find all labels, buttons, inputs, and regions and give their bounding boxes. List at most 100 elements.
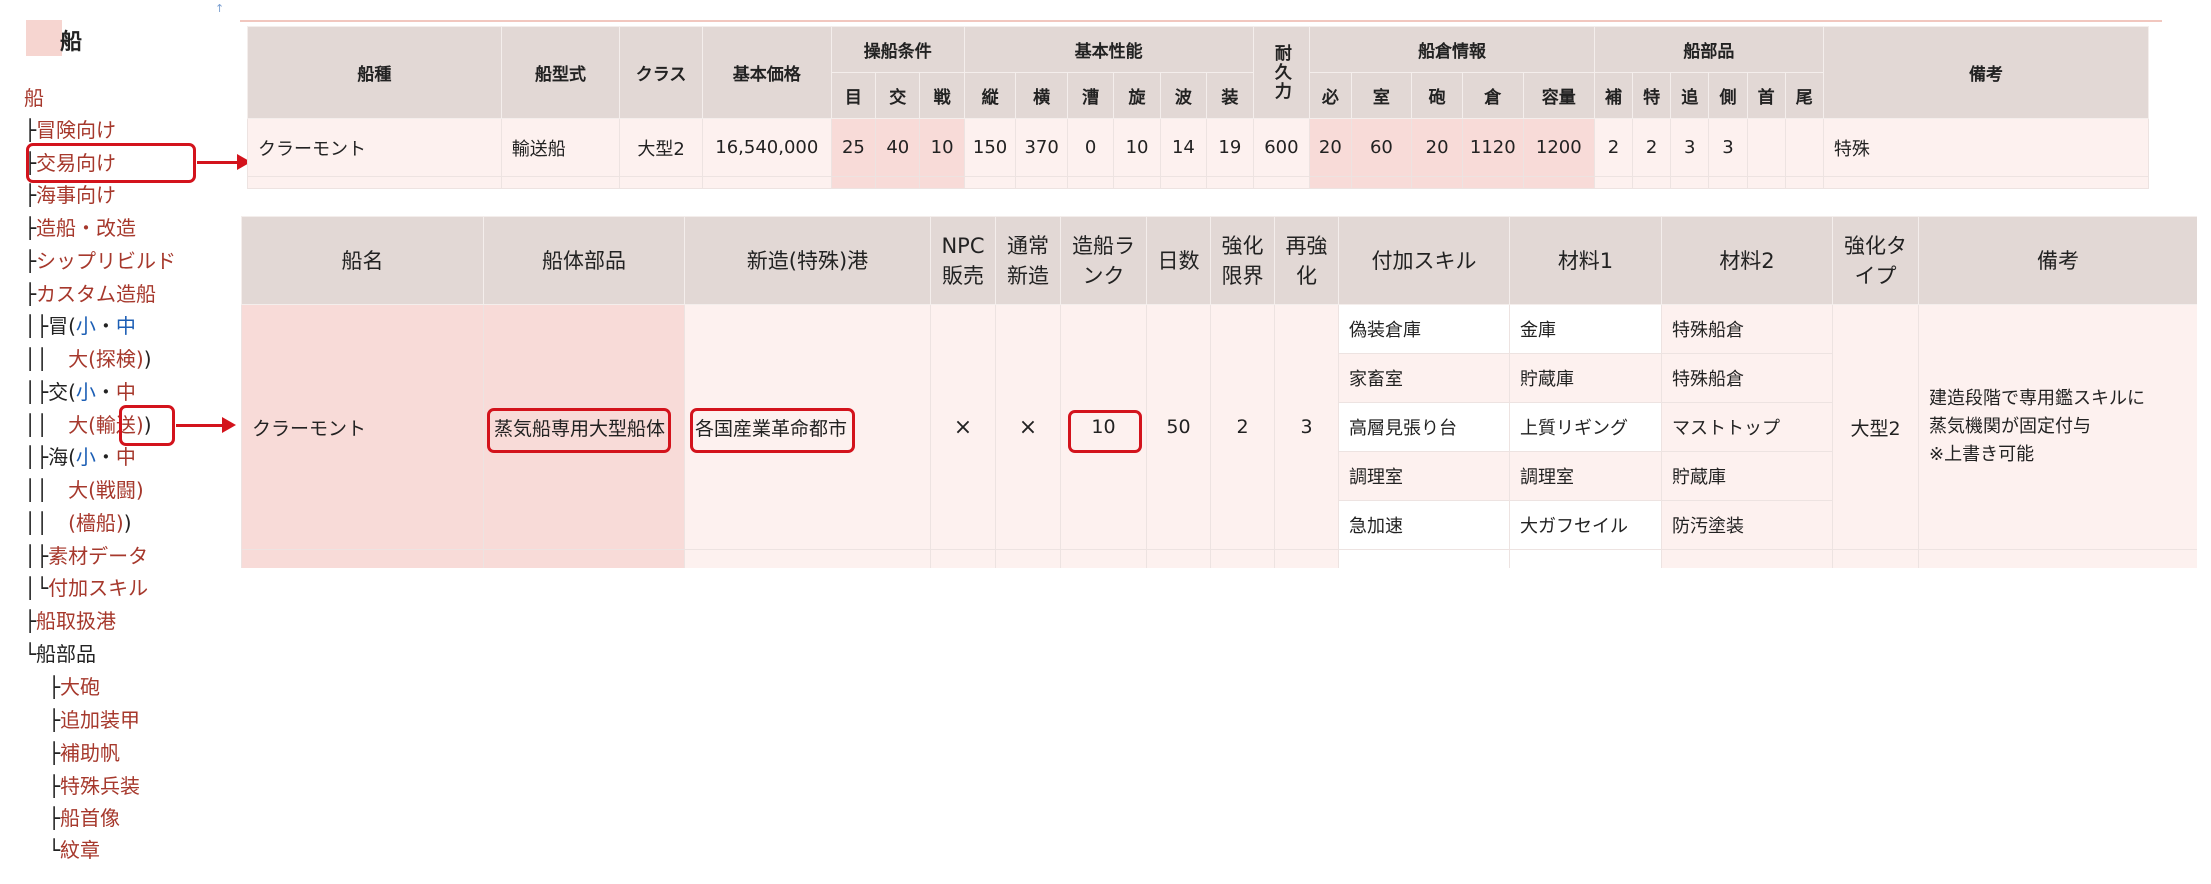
cell-cond-battle: 10 (919, 118, 965, 177)
arrow-to-build-table (176, 424, 224, 427)
highlight-transport-nav (119, 405, 175, 446)
nav-item-ship-rebuild[interactable]: ├シップリビルド (24, 245, 176, 277)
th-days: 日数 (1146, 216, 1211, 305)
th-base-price: 基本価格 (701, 26, 832, 119)
cell-build-notes: 建造段階で専用鑑スキルに 蒸気機関が固定付与 ※上書き可能 (1918, 304, 2197, 550)
nav-naval-large[interactable]: 大 (68, 478, 88, 502)
nav-item-material-data[interactable]: │├素材データ (24, 540, 148, 572)
cell-material1: 金庫 (1509, 304, 1662, 354)
th-sub: 倉 (1461, 72, 1524, 119)
nav-trade-mid[interactable]: 中 (116, 380, 136, 404)
back-to-top-icon[interactable]: ↑ (215, 2, 224, 15)
cell-crew-room: 60 (1350, 118, 1413, 177)
build-table: 船名 船体部品 新造(特殊)港 NPC販売 通常新造 造船ランク 日数 強化限界… (241, 216, 2197, 568)
nav-item-adventure[interactable]: ├冒険向け (24, 114, 116, 146)
th-sub: 首 (1746, 72, 1786, 119)
nav-item-custom-build[interactable]: ├カスタム造船 (24, 278, 156, 310)
th-cabin: 船倉情報 (1309, 26, 1595, 73)
th-sub: 容量 (1522, 72, 1595, 119)
nav-item-maritime[interactable]: ├海事向け (24, 179, 116, 211)
cell-normal-build: × (995, 304, 1061, 550)
th-normal-build: 通常新造 (995, 216, 1061, 305)
th-sub: 戦 (919, 72, 965, 119)
cell-skill: 偽装倉庫 (1338, 304, 1510, 354)
nav-part-cannon[interactable]: ├大砲 (48, 671, 100, 703)
nav-item-shipbuilding[interactable]: ├造船・改造 (24, 212, 136, 244)
th-sub: 尾 (1784, 72, 1824, 119)
cell-days: 50 (1146, 304, 1211, 550)
nav-item-added-skill[interactable]: │└付加スキル (24, 572, 148, 604)
th-sub: 追 (1670, 72, 1710, 119)
th-sub: 漕 (1066, 72, 1115, 119)
nav-part-special-weapon[interactable]: ├特殊兵装 (48, 770, 140, 802)
cell-limit: 2 (1210, 304, 1275, 550)
nav-custom-naval-flag: ││ (檣船)) (24, 511, 132, 535)
th-reinforce-type: 強化タイプ (1832, 216, 1919, 305)
nav-custom-adventure: │├冒(小・中 (24, 314, 136, 338)
cell-material2: 貯蔵庫 (1661, 451, 1833, 501)
th-sub: 旋 (1113, 72, 1161, 119)
cell-crew-min: 20 (1309, 118, 1352, 177)
build-note-line: 蒸気機関が固定付与 (1929, 416, 2091, 437)
cell-material2: 防汚塗装 (1661, 500, 1833, 550)
cell-vert: 150 (963, 118, 1017, 177)
nav-trade-small[interactable]: 小 (76, 380, 96, 404)
cell-armor: 19 (1206, 118, 1254, 177)
cell-material1: 上質リギング (1509, 402, 1662, 452)
th-sub: 装 (1206, 72, 1254, 119)
ship-spec-table: 船種 船型式 クラス 基本価格 操船条件 基本性能 耐久力 船倉情報 船部品 備… (247, 26, 2149, 189)
highlight-build-port (690, 408, 855, 453)
cell-cond-trade: 40 (875, 118, 921, 177)
nav-part-figurehead[interactable]: ├船首像 (48, 802, 120, 834)
table-row: クラーモント 輸送船 大型2 16,540,000 25 40 10 150 3… (247, 118, 2149, 177)
nav-item-ship[interactable]: 船 (24, 82, 44, 114)
nav-trade-large[interactable]: 大 (68, 413, 88, 437)
cell-material2: 特殊船倉 (1661, 353, 1833, 403)
cell-row-power: 0 (1066, 118, 1115, 177)
nav-adv-small[interactable]: 小 (76, 314, 96, 338)
cell-part-aux: 2 (1593, 118, 1634, 177)
th-reinforce: 再強化 (1274, 216, 1339, 305)
th-class: クラス (619, 26, 703, 119)
cell-part-stern (1784, 118, 1824, 177)
cell-npc-sale: × (930, 304, 996, 550)
th-sub: 必 (1309, 72, 1352, 119)
cell-capacity: 1200 (1522, 118, 1595, 177)
cell-part-special: 2 (1632, 118, 1672, 177)
nav-part-aux-sail[interactable]: ├補助帆 (48, 737, 120, 769)
nav-adv-large[interactable]: 大 (68, 347, 88, 371)
cell-skill: 調理室 (1338, 451, 1510, 501)
build-table-wrapper: 船名 船体部品 新造(特殊)港 NPC販売 通常新造 造船ランク 日数 強化限界… (241, 216, 2197, 568)
th-build-port: 新造(特殊)港 (684, 216, 931, 305)
cell-part-side: 3 (1708, 118, 1748, 177)
nav-custom-naval: │├海(小・中 (24, 445, 136, 469)
th-hull-part: 船体部品 (483, 216, 685, 305)
th-build-notes: 備考 (1918, 216, 2197, 305)
nav-custom-trade: │├交(小・中 (24, 380, 136, 404)
nav-part-emblem[interactable]: └紋章 (48, 834, 100, 866)
th-sub: 補 (1593, 72, 1634, 119)
nav-custom-naval-large: ││ 大(戦闘) (24, 478, 144, 502)
cell-part-add: 3 (1670, 118, 1710, 177)
cell-hold: 1120 (1461, 118, 1524, 177)
nav-item-ship-port[interactable]: ├船取扱港 (24, 605, 116, 637)
ship-spec-table-wrapper: 船種 船型式 クラス 基本価格 操船条件 基本性能 耐久力 船倉情報 船部品 備… (247, 26, 2149, 204)
cell-ship-model: 輸送船 (500, 118, 621, 177)
nav-naval-mid[interactable]: 中 (116, 445, 136, 469)
cell-reinforce: 3 (1274, 304, 1339, 550)
cell-turn: 10 (1113, 118, 1161, 177)
nav-naval-flag[interactable]: (檣船) (68, 511, 124, 535)
cell-ship-name: クラーモント (241, 304, 484, 550)
cell-wave: 14 (1159, 118, 1208, 177)
cell-cannon: 20 (1411, 118, 1463, 177)
top-divider (240, 20, 2162, 22)
nav-naval-small[interactable]: 小 (76, 445, 96, 469)
highlight-trade-nav (26, 143, 196, 183)
th-durability: 耐久力 (1252, 26, 1311, 119)
cell-material1: 貯蔵庫 (1509, 353, 1662, 403)
nav-part-armor[interactable]: ├追加装甲 (48, 704, 140, 736)
th-notes: 備考 (1822, 26, 2149, 119)
nav-adv-mid[interactable]: 中 (116, 314, 136, 338)
arrow-to-ship-table (197, 161, 239, 164)
cell-notes: 特殊 (1822, 118, 2149, 177)
